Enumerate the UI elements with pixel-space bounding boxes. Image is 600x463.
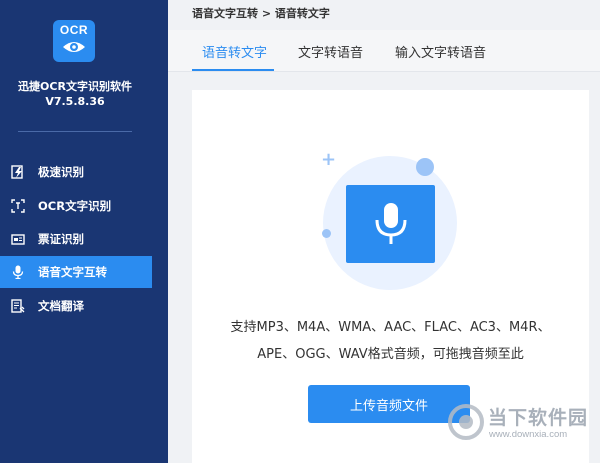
ticket-icon — [10, 231, 26, 247]
app-name: 迅捷OCR文字识别软件 — [18, 80, 132, 93]
sidebar-item-fast-scan[interactable]: 极速识别 — [0, 156, 152, 188]
sidebar-item-label: 极速识别 — [38, 165, 84, 179]
audio-illustration — [346, 185, 435, 263]
watermark-url: www.downxia.com — [489, 429, 568, 440]
sidebar-item-ticket[interactable]: 票证识别 — [0, 223, 152, 255]
sidebar-item-doc-translate[interactable]: 文档翻译 — [0, 290, 152, 322]
supported-formats-text: 支持MP3、M4A、WMA、AAC、FLAC、AC3、M4R、 — [230, 320, 551, 335]
sidebar-item-label: 票证识别 — [38, 232, 84, 246]
fast-scan-icon — [10, 164, 26, 180]
active-tab-indicator — [192, 69, 274, 71]
app-logo: OCR — [53, 20, 95, 62]
microphone-icon — [375, 203, 406, 244]
upload-audio-button[interactable]: 上传音频文件 — [308, 385, 470, 423]
supported-formats-text: APE、OGG、WAV格式音频，可拖拽音频至此 — [257, 347, 524, 362]
tab-speech-to-text[interactable]: 语音转文字 — [202, 42, 267, 61]
watermark-title: 当下软件园 — [488, 407, 589, 429]
watermark: 当下软件园 www.downxia.com — [448, 400, 590, 450]
ocr-scan-icon — [10, 198, 26, 214]
tab-text-to-speech[interactable]: 文字转语音 — [298, 42, 363, 61]
decoration-dot — [416, 158, 434, 176]
microphone-icon — [10, 264, 26, 280]
sidebar-item-ocr[interactable]: OCR文字识别 — [0, 190, 152, 222]
tab-bar: 语音转文字 文字转语音 输入文字转语音 — [168, 30, 600, 72]
sidebar: OCR 迅捷OCR文字识别软件 V7.5.8.36 极速识别 OCR文字识别 票… — [0, 0, 168, 463]
sidebar-divider — [18, 131, 132, 132]
watermark-logo-icon — [448, 404, 484, 440]
sidebar-item-label: 语音文字互转 — [38, 265, 107, 279]
breadcrumb: 语音文字互转 > 语音转文字 — [192, 7, 330, 20]
decoration-dot — [322, 229, 331, 238]
tab-input-text-to-speech[interactable]: 输入文字转语音 — [395, 42, 486, 61]
sidebar-item-label: OCR文字识别 — [38, 199, 112, 213]
sidebar-item-label: 文档翻译 — [38, 299, 84, 313]
document-translate-icon — [10, 298, 26, 314]
decoration-plus-icon: + — [321, 149, 337, 170]
eye-icon — [63, 42, 85, 52]
app-version: V7.5.8.36 — [45, 95, 105, 108]
sidebar-item-speech-text[interactable]: 语音文字互转 — [0, 256, 152, 288]
logo-text: OCR — [59, 23, 89, 37]
